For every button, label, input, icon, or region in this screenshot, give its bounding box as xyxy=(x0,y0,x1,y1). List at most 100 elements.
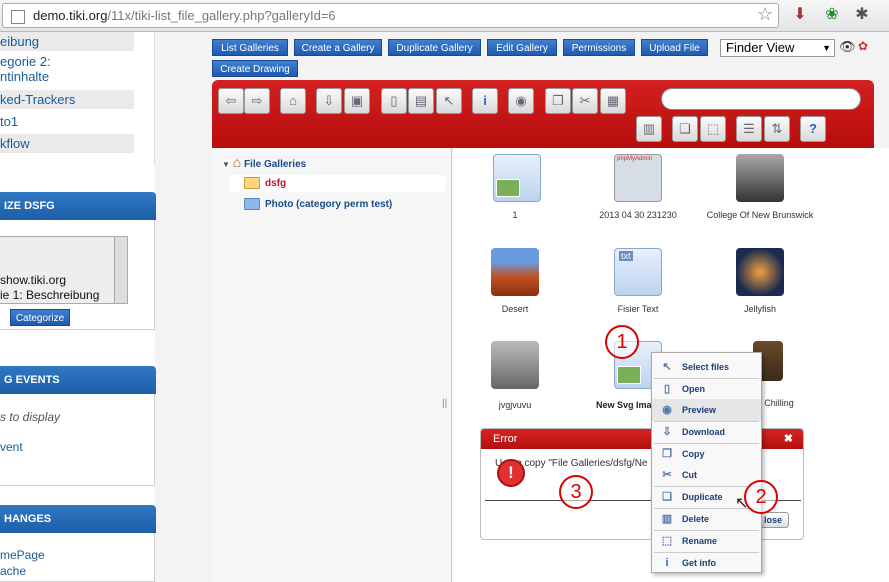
sidebar-link[interactable]: eibung xyxy=(0,32,134,51)
rename-icon: ⬚ xyxy=(661,535,673,547)
photo-thumbnail[interactable] xyxy=(491,341,539,389)
category-option[interactable]: show.tiki.org xyxy=(0,273,66,287)
info-icon: i xyxy=(665,557,669,569)
extension-3-icon[interactable]: ✱ xyxy=(852,5,872,25)
select-icon[interactable]: ↖ xyxy=(436,88,462,114)
sidebar: eibung egorie 2: ntinhalte ked-Trackers … xyxy=(0,32,156,582)
home-icon[interactable]: ⌂ xyxy=(280,88,306,114)
duplicate-gallery-button[interactable]: Duplicate Gallery xyxy=(388,39,481,56)
thumb-caption: phpMyAdmin xyxy=(617,156,653,162)
permissions-button[interactable]: Permissions xyxy=(563,39,635,56)
events-empty-text: s to display xyxy=(0,410,61,424)
open-icon: ▯ xyxy=(663,383,671,395)
theme-icon[interactable]: ✿ xyxy=(858,39,868,53)
sidebar-link[interactable]: ked-Trackers xyxy=(0,90,134,109)
tree-item-dsfg[interactable]: dsfg xyxy=(230,175,446,192)
address-bar[interactable]: demo.tiki.org/11x/tiki-list_file_gallery… xyxy=(2,3,779,28)
duplicate-icon[interactable]: ❏ xyxy=(672,116,698,142)
annotation-marker: 3 xyxy=(559,475,593,509)
menu-item-select-files[interactable]: ↖ Select files xyxy=(652,356,761,378)
file-name[interactable]: 2013 04 30 231230 xyxy=(568,210,708,220)
search-input[interactable] xyxy=(661,88,861,110)
rename-icon[interactable]: ⬚ xyxy=(700,116,726,142)
folder-tree: ▼ ⌂ File Galleries dsfg Photo (category … xyxy=(212,148,452,582)
menu-item-cut[interactable]: ✂ Cut xyxy=(652,464,761,486)
menu-item-copy[interactable]: ❐ Copy xyxy=(652,443,761,465)
expand-icon[interactable]: ▼ xyxy=(222,160,230,169)
list-galleries-button[interactable]: List Galleries xyxy=(212,39,288,56)
delete-icon: ▥ xyxy=(661,513,673,525)
menu-label: Download xyxy=(682,427,725,437)
tree-root[interactable]: ▼ ⌂ File Galleries xyxy=(222,155,306,172)
menu-item-open[interactable]: ▯ Open xyxy=(652,378,761,400)
chevron-down-icon: ▼ xyxy=(822,43,831,53)
create-gallery-button[interactable]: Create a Gallery xyxy=(294,39,382,56)
close-icon[interactable]: ✖ xyxy=(784,429,793,449)
file-name[interactable]: Desert xyxy=(445,304,585,314)
screenshot-thumbnail[interactable]: phpMyAdmin xyxy=(614,154,662,202)
eye-icon[interactable]: 👁 xyxy=(839,39,856,55)
browser-toolbar: demo.tiki.org/11x/tiki-list_file_gallery… xyxy=(0,0,889,32)
copy-icon: ❐ xyxy=(662,448,672,460)
archive-icon[interactable]: ▥ xyxy=(636,116,662,142)
copy-icon[interactable]: ❐ xyxy=(545,88,571,114)
sidebar-link[interactable]: ntinhalte xyxy=(0,67,134,86)
changes-box-title: HANGES xyxy=(0,505,156,533)
events-link[interactable]: vent xyxy=(0,440,23,454)
file-name[interactable]: 1 xyxy=(445,210,585,220)
preview-eye-icon[interactable]: ◉ xyxy=(508,88,534,114)
edit-gallery-button[interactable]: Edit Gallery xyxy=(487,39,557,56)
photo-thumbnail[interactable] xyxy=(491,248,539,296)
menu-label: Open xyxy=(682,384,706,394)
text-file-icon[interactable]: txt xyxy=(614,248,662,296)
view-select-value: Finder View xyxy=(726,40,795,55)
image-thumb-icon xyxy=(496,179,520,197)
file-name[interactable]: Fisier Text xyxy=(568,304,708,314)
listbox-scrollbar[interactable] xyxy=(114,237,127,303)
list-view-icon[interactable]: ☰ xyxy=(736,116,762,142)
tree-item-photo[interactable]: Photo (category perm test) xyxy=(244,198,392,212)
menu-item-get-info[interactable]: i Get info xyxy=(652,552,761,574)
menu-label: Duplicate xyxy=(682,492,723,502)
extension-1-icon[interactable]: ⬇ xyxy=(790,5,810,25)
upload-file-button[interactable]: Upload File xyxy=(641,39,708,56)
sidebar-link[interactable]: to1 xyxy=(0,112,134,131)
image-file-icon[interactable] xyxy=(493,154,541,202)
category-option[interactable]: ie 1: Beschreibung xyxy=(0,288,99,302)
file-name[interactable]: College Of New Brunswick xyxy=(690,210,830,220)
image-thumb-icon xyxy=(617,366,641,384)
forward-icon[interactable]: ⇨ xyxy=(244,88,270,114)
open-icon[interactable]: ▯ xyxy=(381,88,407,114)
create-drawing-button[interactable]: Create Drawing xyxy=(212,60,298,77)
category-listbox[interactable]: show.tiki.org ie 1: Beschreibung xyxy=(0,236,128,304)
changes-link[interactable]: ache xyxy=(0,564,26,578)
paste-icon[interactable]: ▦ xyxy=(600,88,626,114)
cursor-icon: ↖ xyxy=(662,361,672,373)
extension-2-icon[interactable]: ❀ xyxy=(822,5,842,25)
menu-item-preview[interactable]: ◉ Preview xyxy=(652,399,761,421)
upload-icon[interactable]: ⇩ xyxy=(316,88,342,114)
photo-thumbnail[interactable] xyxy=(736,154,784,202)
cut-icon[interactable]: ✂ xyxy=(572,88,598,114)
menu-item-rename[interactable]: ⬚ Rename xyxy=(652,530,761,552)
home-folder-icon: ⌂ xyxy=(232,154,242,170)
floppy-icon[interactable]: ▤ xyxy=(408,88,434,114)
menu-item-download[interactable]: ⇩ Download xyxy=(652,421,761,443)
photo-thumbnail[interactable] xyxy=(736,248,784,296)
sidebar-link[interactable]: kflow xyxy=(0,134,134,153)
categorize-button[interactable]: Categorize xyxy=(10,309,70,326)
sort-icon[interactable]: ⇅ xyxy=(764,116,790,142)
bookmark-star-icon[interactable]: ☆ xyxy=(757,4,773,25)
help-icon[interactable]: ? xyxy=(800,116,826,142)
menu-label: Cut xyxy=(682,470,697,480)
save-icon[interactable]: ▣ xyxy=(344,88,370,114)
info-icon[interactable]: i xyxy=(472,88,498,114)
menu-label: Select files xyxy=(682,362,730,372)
txt-label: txt xyxy=(619,251,633,261)
changes-link[interactable]: mePage xyxy=(0,548,45,562)
error-icon: ! xyxy=(497,459,525,487)
back-icon[interactable]: ⇦ xyxy=(218,88,244,114)
categorize-box-title: IZE DSFG xyxy=(0,192,156,220)
file-name[interactable]: Jellyfish xyxy=(690,304,830,314)
view-select[interactable]: Finder View ▼ xyxy=(720,39,835,57)
